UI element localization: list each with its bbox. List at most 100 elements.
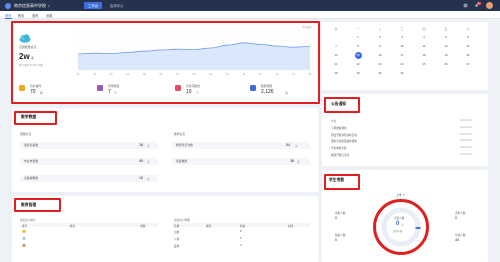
calendar-weekday: 五 — [444, 27, 448, 31]
calendar-day[interactable]: 10 — [398, 44, 406, 48]
calendar-day[interactable]: 30 — [376, 71, 384, 75]
school-name[interactable]: 南京信息高中学校 — [14, 3, 46, 9]
x-tick-label: 12 — [259, 73, 262, 76]
chart-area — [78, 42, 310, 70]
notice-date: 2023-02-21 — [460, 132, 473, 136]
col-header: 类型 — [206, 224, 212, 228]
calendar-day[interactable]: 13 — [464, 44, 472, 48]
stat-value-todo: 70 — [30, 89, 36, 95]
x-tick-label: 05 — [143, 73, 146, 76]
notice-item[interactable]: 期末考试成绩发布通知 — [331, 139, 357, 143]
notice-date: 2023-02-21 — [460, 125, 473, 129]
chevron-down-icon[interactable]: ▾ — [48, 4, 50, 8]
notice-item[interactable]: 下周放假通知 — [331, 126, 347, 130]
calendar-day[interactable]: 1 — [354, 35, 362, 39]
col-header: 名称 — [174, 224, 180, 228]
overview-unit: 条 — [31, 56, 35, 60]
chart-legend: 平均使用 — [302, 27, 312, 29]
calendar-day[interactable]: 31 — [398, 71, 406, 75]
calendar-day[interactable]: 14 — [332, 53, 340, 57]
calendar-weekday: 二 — [378, 27, 382, 31]
calendar-day[interactable]: 28 — [332, 71, 340, 75]
x-tick-label: 01 — [77, 73, 80, 76]
calendar-day[interactable]: 8 — [354, 44, 362, 48]
chevron-right-icon[interactable]: › — [348, 178, 349, 182]
calendar-day[interactable]: 21 — [332, 62, 340, 66]
calendar-day[interactable]: 17 — [398, 53, 406, 57]
ring-total-value: 0 — [396, 221, 400, 227]
calendar-day[interactable]: 6 — [464, 35, 472, 39]
stat-row — [20, 175, 158, 182]
calendar-day[interactable]: 19 — [442, 53, 450, 57]
col-header: 排行 — [22, 224, 28, 228]
overview-title: 应用数量总览 — [19, 45, 37, 49]
notices-title: 公告通知 — [331, 102, 347, 106]
tab-app-center[interactable]: 应用中心 — [106, 2, 128, 9]
calendar-day[interactable]: 20 — [464, 53, 472, 57]
medal-bronze-icon — [22, 243, 26, 247]
chevron-right-icon[interactable]: › — [39, 115, 40, 119]
tab-workbench[interactable]: 工作台 — [84, 2, 103, 9]
x-tick-label: 14 — [292, 73, 295, 76]
calendar-day[interactable]: 25 — [420, 62, 428, 66]
calendar-day[interactable]: 24 — [398, 62, 406, 66]
edu-mgmt-title: 教育管理 — [21, 203, 37, 207]
edu-mgmt-card — [12, 196, 318, 262]
avatar[interactable] — [486, 2, 493, 9]
calendar-day[interactable]: 15 — [354, 53, 362, 57]
leave-label: 请假人数 — [335, 212, 346, 215]
calendar-day[interactable]: 3 — [398, 35, 406, 39]
subtab-teaching[interactable]: 教务 — [18, 13, 24, 18]
settings-icon[interactable] — [463, 3, 468, 8]
calendar-day[interactable]: 12 — [442, 44, 450, 48]
calendar-day[interactable]: 18 — [420, 53, 428, 57]
notice-item[interactable]: 校园开放日活动 — [331, 153, 349, 157]
calendar-day[interactable]: 11 — [420, 44, 428, 48]
cloud-icon — [19, 34, 31, 43]
notice-item[interactable]: 周四开展消防演练活动 — [331, 133, 357, 137]
calendar-day[interactable]: 7 — [332, 44, 340, 48]
calendar-day[interactable]: 26 — [442, 62, 450, 66]
school-logo — [5, 2, 11, 9]
stat-value-report: 10 — [186, 89, 192, 95]
calendar-day[interactable]: 29 — [354, 71, 362, 75]
chevron-right-icon[interactable]: › — [39, 203, 40, 207]
stat-value-datacall: 2,126 — [261, 89, 274, 95]
x-tick-label: 03 — [110, 73, 113, 76]
chevron-down-icon[interactable]: ▾ — [403, 193, 405, 197]
row-unit: 次 — [147, 144, 150, 148]
row-value: 95 — [139, 158, 143, 163]
stat-label-todo: 待办事件 — [30, 84, 42, 88]
calendar-day[interactable]: 5 — [442, 35, 450, 39]
row-label: 答疑数量 — [176, 159, 188, 163]
medal-silver-icon — [22, 236, 26, 240]
calendar-day[interactable]: 2 — [376, 35, 384, 39]
subtab-home[interactable]: 首页 — [5, 13, 11, 18]
notification-badge: 1 — [477, 1, 481, 5]
table-cell: 入校 — [174, 238, 180, 241]
row-value: 18 — [139, 142, 143, 147]
calendar-day[interactable]: 16 — [376, 53, 384, 57]
row-value: 36 — [290, 158, 294, 163]
x-tick-label: 09 — [209, 73, 212, 76]
calendar-day[interactable]: 9 — [376, 44, 384, 48]
col-header: 次数 — [140, 224, 146, 228]
calendar-day[interactable]: 27 — [464, 62, 472, 66]
row-label: 直播课程数 — [24, 176, 38, 180]
medal-gold-icon — [22, 229, 26, 233]
notice-item[interactable]: 学生体检安排 — [331, 146, 347, 150]
x-tick-label: 07 — [176, 73, 179, 76]
calendar-day[interactable]: 22 — [354, 62, 362, 66]
subtab-settings[interactable]: 设置 — [46, 13, 52, 18]
stat-unit-datacall: 次 — [285, 91, 288, 95]
x-tick-label: 04 — [126, 73, 129, 76]
notice-item[interactable]: 公告 — [331, 119, 336, 123]
calendar-day[interactable]: 23 — [376, 62, 384, 66]
calendar-day[interactable]: 4 — [420, 35, 428, 39]
attendance-ring — [381, 207, 421, 247]
leave-value: 0 — [335, 216, 337, 220]
subtab-moral[interactable]: 德育 — [32, 13, 38, 18]
attendance-filter[interactable]: 上学 — [396, 193, 402, 197]
stat-row — [20, 158, 158, 165]
x-tick-labels: 01 02 03 04 05 06 07 08 09 10 11 12 13 14 15 — [77, 73, 312, 76]
